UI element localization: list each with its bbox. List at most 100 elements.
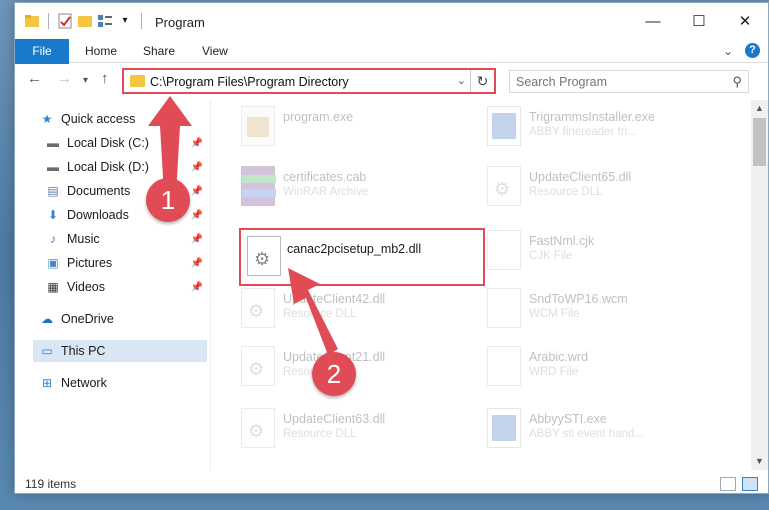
sidebar-item-music[interactable]: ♪ Music 📌 <box>45 228 209 250</box>
recent-locations-button[interactable]: ▾ <box>83 75 88 86</box>
file-item[interactable]: AbbyySTI.exe ABBY sti event hand... <box>471 402 711 456</box>
large-icons-view-icon[interactable] <box>742 477 758 491</box>
details-view-icon[interactable] <box>720 477 736 491</box>
navigation-bar: ← → ▾ ↑ C:\Program Files\Program Directo… <box>15 64 768 98</box>
search-input[interactable] <box>510 71 720 92</box>
file-item[interactable]: FastNml.cjk CJK File <box>471 224 711 278</box>
file-item-highlighted[interactable]: canac2pcisetup_mb2.dll <box>239 228 485 286</box>
scroll-up-icon[interactable]: ▲ <box>751 100 768 117</box>
step-1-badge: 1 <box>146 178 190 222</box>
videos-icon: ▦ <box>47 280 59 294</box>
item-count: 119 items <box>25 477 77 491</box>
sidebar-item-pictures[interactable]: ▣ Pictures 📌 <box>45 252 209 274</box>
sidebar-item-label: Pictures <box>67 256 113 270</box>
sidebar-item-videos[interactable]: ▦ Videos 📌 <box>45 276 209 298</box>
sidebar-item-label: OneDrive <box>61 312 114 326</box>
forward-button[interactable]: → <box>57 70 72 87</box>
pin-icon[interactable]: 📌 <box>191 234 203 245</box>
view-options-icon[interactable] <box>97 13 113 29</box>
file-item[interactable]: TrigrammsInstaller.exe ABBY finereader t… <box>471 100 711 154</box>
file-item[interactable]: SndToWP16.wcm WCM File <box>471 282 711 336</box>
scroll-down-icon[interactable]: ▼ <box>751 453 768 470</box>
file-icon <box>487 230 521 270</box>
pin-icon[interactable]: 📌 <box>191 210 203 221</box>
scroll-thumb[interactable] <box>753 118 766 166</box>
tab-view[interactable]: View <box>202 39 228 63</box>
file-name: canac2pcisetup_mb2.dll <box>287 242 422 256</box>
sidebar-item-network[interactable]: ⊞ Network <box>39 372 233 394</box>
new-folder-icon[interactable] <box>77 13 93 29</box>
search-icon[interactable]: ⚲ <box>732 74 742 90</box>
file-type: ABBY finereader tri... <box>529 126 637 138</box>
back-button[interactable]: ← <box>27 70 42 87</box>
pin-icon[interactable]: 📌 <box>191 138 203 149</box>
file-name: Arabic.wrd <box>529 350 589 364</box>
quick-access-toolbar: ▾ <box>24 13 146 29</box>
file-type: CJK File <box>529 250 573 262</box>
sidebar-item-onedrive[interactable]: ☁ OneDrive <box>39 308 233 330</box>
status-bar: 119 items <box>15 473 768 493</box>
file-name: UpdateClient65.dll <box>529 170 632 184</box>
file-name: TrigrammsInstaller.exe <box>529 110 655 124</box>
sidebar-item-local-disk-d[interactable]: ▬ Local Disk (D:) 📌 <box>45 156 209 178</box>
ribbon-controls: ⌄ ? <box>723 43 760 58</box>
sidebar-item-local-disk-c[interactable]: ▬ Local Disk (C:) 📌 <box>45 132 209 154</box>
file-type: WRD File <box>529 366 579 378</box>
tab-share[interactable]: Share <box>143 39 175 63</box>
file-type: WinRAR Archive <box>283 186 368 198</box>
sidebar-item-label: Local Disk (D:) <box>67 160 149 174</box>
pictures-icon: ▣ <box>47 256 59 270</box>
navigation-pane: ★ Quick access ▬ Local Disk (C:) 📌 ▬ Loc… <box>15 100 211 470</box>
file-list: program.exe TrigrammsInstaller.exe ABBY … <box>225 100 747 470</box>
minimize-button[interactable]: — <box>630 3 676 39</box>
computer-icon: ▭ <box>41 344 53 358</box>
vertical-scrollbar[interactable]: ▲ ▼ <box>751 100 768 470</box>
file-name: AbbyySTI.exe <box>529 412 607 426</box>
folder-icon <box>130 75 145 87</box>
sidebar-item-label: Local Disk (C:) <box>67 136 149 150</box>
file-item[interactable]: program.exe <box>225 100 465 154</box>
refresh-button[interactable]: ↻ <box>470 70 494 92</box>
up-button[interactable]: ↑ <box>101 70 109 87</box>
file-name: UpdateClient63.dll <box>283 412 386 426</box>
file-item[interactable]: UpdateClient42.dll Resource DLL <box>225 282 465 336</box>
dll-icon <box>247 236 281 276</box>
customize-toolbar-icon[interactable]: ▾ <box>117 13 133 29</box>
sidebar-item-label: This PC <box>61 344 106 358</box>
sidebar-item-label: Videos <box>67 280 105 294</box>
installer-icon <box>487 408 521 448</box>
step-2-badge: 2 <box>312 352 356 396</box>
file-type: WCM File <box>529 308 580 320</box>
archive-icon <box>241 166 276 206</box>
file-item[interactable]: Arabic.wrd WRD File <box>471 340 711 394</box>
address-bar[interactable]: C:\Program Files\Program Directory ⌄ ↻ <box>122 68 496 94</box>
expand-ribbon-icon[interactable]: ⌄ <box>723 44 733 58</box>
address-path[interactable]: C:\Program Files\Program Directory <box>150 75 349 89</box>
installer-icon <box>487 106 521 146</box>
pin-icon[interactable]: 📌 <box>191 162 203 173</box>
properties-icon[interactable] <box>57 13 73 29</box>
help-icon[interactable]: ? <box>745 43 760 58</box>
sidebar-item-this-pc[interactable]: ▭ This PC <box>33 340 207 362</box>
close-button[interactable]: ✕ <box>722 3 768 39</box>
pin-icon[interactable]: 📌 <box>191 258 203 269</box>
sidebar-item-quick-access[interactable]: ★ Quick access <box>39 108 233 130</box>
search-box[interactable]: ⚲ <box>509 70 749 93</box>
maximize-button[interactable]: ☐ <box>676 3 722 39</box>
title-bar: ▾ Program — ☐ ✕ <box>15 3 768 39</box>
file-type: Resource DLL <box>529 186 603 198</box>
file-icon <box>487 288 521 328</box>
dll-icon <box>241 346 275 386</box>
file-item[interactable]: UpdateClient63.dll Resource DLL <box>225 402 465 456</box>
music-icon: ♪ <box>50 232 56 246</box>
chevron-down-icon[interactable]: ⌄ <box>457 74 466 87</box>
toolbar-divider <box>48 13 49 29</box>
sidebar-item-label: Music <box>67 232 100 246</box>
pin-icon[interactable]: 📌 <box>191 282 203 293</box>
sidebar-item-label: Documents <box>67 184 131 198</box>
pin-icon[interactable]: 📌 <box>191 186 203 197</box>
tab-home[interactable]: Home <box>85 39 117 63</box>
drive-icon: ▬ <box>47 160 59 174</box>
file-item[interactable]: UpdateClient65.dll Resource DLL <box>471 160 711 214</box>
file-item[interactable]: certificates.cab WinRAR Archive <box>225 160 465 214</box>
